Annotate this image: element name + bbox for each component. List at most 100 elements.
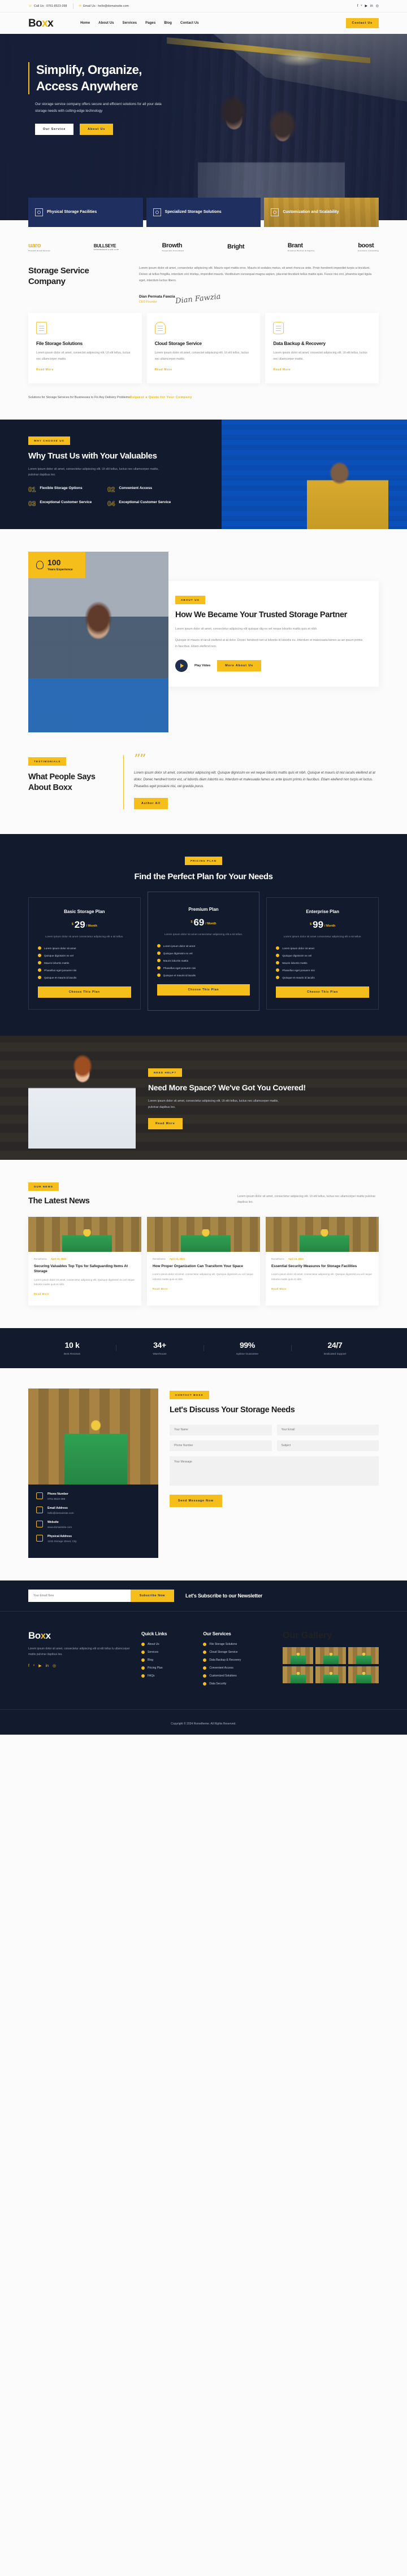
play-video-label[interactable]: Play Video <box>194 664 210 667</box>
footer-service-cloud-storage[interactable]: Cloud Storage Service <box>203 1651 271 1654</box>
newsletter-email-input[interactable] <box>28 1590 131 1603</box>
news-card-read-more[interactable]: Read More <box>271 1287 287 1290</box>
footer-services-title: Our Services <box>203 1631 231 1637</box>
footer-logo-accent: x <box>40 1630 46 1641</box>
service-card-cloud-storage[interactable]: Cloud Storage Service Lorem ipsum dolor … <box>146 313 261 383</box>
request-quote-link[interactable]: Request a Quote for Your Company <box>130 396 192 399</box>
plan-choose-button[interactable]: Choose This Plan <box>157 984 250 996</box>
pricing-plan-premium[interactable]: Premium Plan $ 69 / Month Lorem ipsum do… <box>147 891 260 1011</box>
feature-card-customization[interactable]: Customization and Scalability <box>264 198 379 227</box>
footer-link-about[interactable]: About Us <box>141 1643 192 1647</box>
hero-our-service-button[interactable]: Our Service <box>35 124 74 136</box>
newsletter-bar: Subscribe Now Let's Subscribe to our New… <box>0 1580 407 1612</box>
footer-link-services[interactable]: Services <box>141 1651 192 1654</box>
newsletter-subscribe-button[interactable]: Subscribe Now <box>130 1590 174 1603</box>
gallery-thumbnail[interactable] <box>283 1647 313 1665</box>
service-read-more-link[interactable]: Read More <box>273 368 291 372</box>
instagram-icon[interactable]: ◎ <box>53 1664 56 1668</box>
feature-card-specialized-solutions[interactable]: Specialized Storage Solutions <box>146 198 261 227</box>
linkedin-icon[interactable]: in <box>46 1664 49 1668</box>
experience-number: 100 <box>47 557 61 567</box>
check-icon <box>203 1658 207 1662</box>
contact-info-address[interactable]: Physical Address 1234 Storage Street, Ci… <box>36 1535 150 1543</box>
plan-feature: Mauris lobortis mattis <box>276 961 369 965</box>
hero-about-us-button[interactable]: About Us <box>80 124 114 136</box>
footer-service-data-backup[interactable]: Data Backup & Recovery <box>203 1658 271 1662</box>
news-header: OUR NEWS The Latest News Lorem ipsum dol… <box>28 1180 379 1206</box>
plan-features: Lorem ipsum dolor sit amet Quisque digni… <box>157 944 250 977</box>
plan-choose-button[interactable]: Choose This Plan <box>38 986 131 998</box>
topbar-phone[interactable]: ☏ Call Us : 0761-8523-398 <box>28 5 73 8</box>
nav-contact-button[interactable]: Contact Us <box>345 18 379 28</box>
topbar-email[interactable]: ✉ Email Us : hello@domainsite.com <box>79 5 135 8</box>
footer-link-faqs[interactable]: FAQs <box>141 1674 192 1678</box>
brand-name: boost <box>358 242 374 249</box>
news-card-read-more[interactable]: Read More <box>153 1287 168 1290</box>
quote-mark-icon: ”” <box>134 752 146 767</box>
footer-service-customized[interactable]: Customized Solutions <box>203 1674 271 1678</box>
plan-choose-button[interactable]: Choose This Plan <box>276 986 370 998</box>
nav-item-blog[interactable]: Blog <box>164 21 172 25</box>
contact-message-input[interactable] <box>170 1456 379 1486</box>
plan-description: Lorem ipsum dolor sit amet consectetur a… <box>164 933 243 936</box>
nav-item-pages[interactable]: Pages <box>145 21 155 25</box>
feature-card-physical-storage[interactable]: Physical Storage Facilities <box>28 198 143 227</box>
footer-service-data-security[interactable]: Data Security <box>203 1682 271 1686</box>
footer-link-blog[interactable]: Blog <box>141 1658 192 1662</box>
twitter-icon[interactable]: ᵛ <box>33 1664 34 1668</box>
contact-info-email[interactable]: Email Address hello@domainsite.com <box>36 1507 150 1514</box>
news-card-date: April 10, 2024 <box>169 1258 185 1261</box>
contact-submit-button[interactable]: Send Message Now <box>170 1494 222 1507</box>
footer-link-pricing[interactable]: Pricing Plan <box>141 1666 192 1670</box>
nav-item-about[interactable]: About Us <box>98 21 114 25</box>
gallery-thumbnail[interactable] <box>315 1666 346 1684</box>
contact-subject-input[interactable] <box>276 1440 379 1451</box>
news-card[interactable]: Rometheme April 10, 2024 Securing Valuab… <box>28 1217 141 1306</box>
contact-email-input[interactable] <box>276 1424 379 1435</box>
plan-name: Premium Plan <box>188 906 219 912</box>
nav-item-contact[interactable]: Contact Us <box>180 21 199 25</box>
twitter-icon[interactable]: ᵛ <box>361 5 362 8</box>
stat-label: Uptime Guarantee <box>236 1353 259 1356</box>
news-card-author: Rometheme <box>34 1258 47 1261</box>
gallery-thumbnail[interactable] <box>348 1666 379 1684</box>
testimonial-author-button[interactable]: Author All <box>134 797 168 809</box>
service-card-text: Lorem ipsum dolor sit amet, consectet ad… <box>154 351 249 361</box>
footer-logo[interactable]: Boxx <box>28 1631 130 1640</box>
service-read-more-link[interactable]: Read More <box>155 368 172 372</box>
more-about-us-button[interactable]: More About Us <box>217 660 262 671</box>
news-card[interactable]: Rometheme April 10, 2024 Essential Secur… <box>266 1217 379 1306</box>
pricing-plan-enterprise[interactable]: Enterprise Plan $ 99 / Month Lorem ipsum… <box>266 897 379 1010</box>
service-card-data-backup[interactable]: Data Backup & Recovery Lorem ipsum dolor… <box>265 313 379 383</box>
linkedin-icon[interactable]: in <box>370 5 373 8</box>
nav-item-services[interactable]: Services <box>123 21 137 25</box>
news-card-image <box>266 1217 379 1252</box>
youtube-icon[interactable]: ▶ <box>38 1664 41 1668</box>
stat-label: Dedicated Support <box>323 1353 347 1356</box>
footer-service-convenient-access[interactable]: Convenient Access <box>203 1666 271 1670</box>
contact-info-phone[interactable]: Phone Number 0761-8523-398 <box>36 1492 150 1500</box>
gallery-thumbnail[interactable] <box>315 1647 346 1665</box>
facebook-icon[interactable]: f <box>357 5 358 8</box>
contact-section: Phone Number 0761-8523-398 Email Address… <box>0 1368 407 1580</box>
service-read-more-link[interactable]: Read More <box>36 368 54 372</box>
site-logo[interactable]: Boxx <box>28 18 54 29</box>
cta-banner-button[interactable]: Read More <box>148 1117 183 1129</box>
footer-service-file-storage[interactable]: File Storage Solutions <box>203 1643 271 1647</box>
play-video-button[interactable] <box>175 659 188 672</box>
news-card[interactable]: Rometheme April 10, 2024 How Proper Orga… <box>147 1217 260 1306</box>
contact-name-input[interactable] <box>170 1424 272 1435</box>
contact-info-website[interactable]: Website www.domainsite.com <box>36 1521 150 1529</box>
plan-feature: Quisque dignissim ex vel <box>157 951 250 955</box>
plan-feature: Quisque et mauris id iaculis <box>276 976 369 980</box>
youtube-icon[interactable]: ▶ <box>365 5 367 8</box>
news-card-read-more[interactable]: Read More <box>34 1293 49 1295</box>
instagram-icon[interactable]: ◎ <box>376 5 379 8</box>
contact-phone-input[interactable] <box>170 1440 272 1451</box>
facebook-icon[interactable]: f <box>28 1664 29 1668</box>
gallery-thumbnail[interactable] <box>348 1647 379 1665</box>
service-card-file-storage[interactable]: File Storage Solutions Lorem ipsum dolor… <box>28 313 142 383</box>
nav-item-home[interactable]: Home <box>80 21 90 25</box>
pricing-plan-basic[interactable]: Basic Storage Plan $ 29 / Month Lorem ip… <box>28 897 141 1010</box>
gallery-thumbnail[interactable] <box>283 1666 313 1684</box>
